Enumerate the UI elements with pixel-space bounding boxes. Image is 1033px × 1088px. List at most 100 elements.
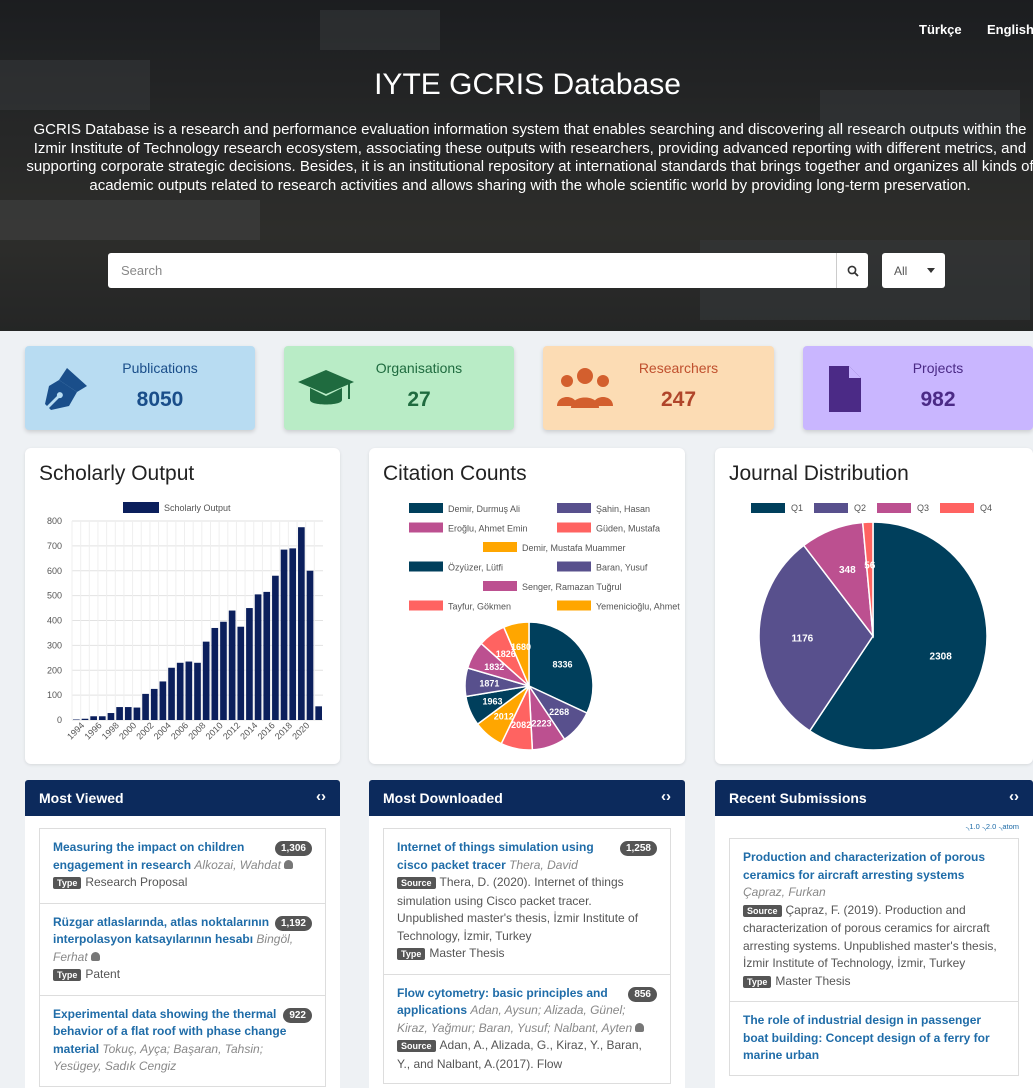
user-icon [90,951,100,961]
lang-turkish-link[interactable]: Türkçe [919,22,962,37]
x-tick-label: 2014 [238,720,259,741]
bar [194,662,201,720]
pie-value-label: 1176 [792,633,814,644]
legend-label: Demir, Mustafa Muammer [522,543,626,553]
stat-label: Projects [912,360,964,376]
bar [263,591,271,720]
legend-label: Tayfur, Gökmen [448,602,511,612]
x-tick-label: 2008 [186,720,207,741]
search-input[interactable]: Search [121,263,162,278]
stat-researchers[interactable]: Researchers 247 [543,346,774,430]
legend-label: Demir, Durmuş Ali [448,504,520,514]
x-tick-label: 2000 [117,720,138,741]
search-scope-select[interactable]: All [882,253,945,288]
nav-arrows-icon[interactable]: ‹› [1009,788,1019,805]
pie-value-label: 56 [864,560,876,571]
bar [298,527,305,720]
item-title-link[interactable]: The role of industrial design in passeng… [743,1013,990,1062]
legend-swatch [814,503,848,513]
type-tag: Type [53,877,82,889]
legend-swatch [483,542,517,552]
x-tick-label: 2020 [290,720,311,741]
item-author[interactable]: Çapraz, Furkan [743,885,826,899]
bar [211,627,219,720]
search-button[interactable] [836,253,868,288]
y-tick-label: 600 [47,566,62,576]
stat-projects[interactable]: Projects 982 [803,346,1033,430]
stat-organisations[interactable]: Organisations 27 [284,346,514,430]
rss-1-link[interactable]: 1.0 [969,822,979,831]
search-scope-value: All [894,264,908,278]
bar [168,667,175,720]
x-tick-label: 2018 [273,720,294,741]
nav-arrows-icon[interactable]: ‹› [661,788,671,805]
bar [220,621,227,720]
stat-value: 27 [407,388,431,411]
legend-swatch [409,561,443,572]
item-title-link[interactable]: Production and characterization of porou… [743,850,985,882]
item-title-link[interactable]: Rüzgar atlaslarında, atlas noktalarının … [53,915,269,947]
bar [98,716,106,720]
legend-label: Q4 [980,503,992,513]
y-tick-label: 800 [47,516,62,526]
x-tick-label: 1998 [100,720,121,741]
atom-link[interactable]: atom [1002,822,1019,831]
legend-swatch [557,503,591,513]
item-author[interactable]: Thera, David [509,858,578,872]
legend-swatch [877,503,911,513]
legend-swatch [557,522,591,533]
pie-value-label: 2082 [511,720,531,730]
pie-value-label: 348 [839,565,856,576]
source-tag: Source [743,904,782,917]
bar [272,575,279,720]
bar [159,681,167,720]
item-author[interactable]: Alkozai, Wahdat [194,858,281,872]
list-item: Production and characterization of porou… [729,838,1019,1002]
list-item: The role of industrial design in passeng… [729,1002,1019,1076]
bar [289,548,297,720]
bar [133,707,141,720]
legend-swatch [123,502,159,513]
nav-arrows-icon[interactable]: ‹› [316,788,326,805]
stat-value: 8050 [136,388,184,411]
feed-links: ◝1.0 ◝2.0 ◝atom [715,816,1033,838]
bar [185,661,193,720]
most-downloaded-panel: Most Downloaded ‹› 1,258 Internet of thin… [369,780,685,1088]
panel-header: Recent Submissions ‹› [715,780,1033,816]
list-item: 1,306 Measuring the impact on children e… [39,828,326,904]
legend-swatch [751,503,785,513]
list-item: 1,258 Internet of things simulation usin… [383,828,671,975]
legend-label: Baran, Yusuf [596,563,648,573]
rss-2-link[interactable]: 2.0 [986,822,996,831]
bar [81,718,89,720]
panel-header: Most Viewed ‹› [25,780,340,816]
bar [315,706,322,720]
bar [124,707,132,720]
legend-swatch [409,503,443,513]
bar [107,713,115,720]
user-icon [635,1022,645,1032]
pie-value-label: 2012 [494,712,514,722]
view-count-badge: 1,306 [274,841,312,856]
recent-submissions-panel: Recent Submissions ‹› ◝1.0 ◝2.0 ◝atom Pro… [715,780,1033,1088]
y-tick-label: 0 [57,715,62,725]
stat-publications[interactable]: Publications 8050 [25,346,255,430]
view-count-badge: 922 [283,1007,312,1023]
item-type: Patent [85,967,121,981]
scholarly-output-card: Scholarly Output Scholarly Output 0 100 200… [25,448,340,764]
pie-value-label: 8336 [552,660,572,670]
pie-value-label: 1680 [511,642,531,652]
bar [142,693,149,720]
item-type: Master Thesis [775,973,851,988]
type-tag: Type [397,948,426,960]
citation-counts-card: Citation Counts Demir, Durmuş Ali Şahin, … [369,448,685,764]
x-tick-label: 2010 [204,720,225,741]
bar [150,688,158,720]
legend-label: Q2 [854,503,866,513]
search-icon [847,265,859,277]
stat-label: Researchers [638,360,719,376]
lang-english-link[interactable]: English [987,22,1033,37]
list-item: 856 Flow cytometry: basic principles and… [383,974,671,1084]
pie-value-label: 2308 [930,651,953,662]
pie-value-label: 1871 [479,679,499,689]
